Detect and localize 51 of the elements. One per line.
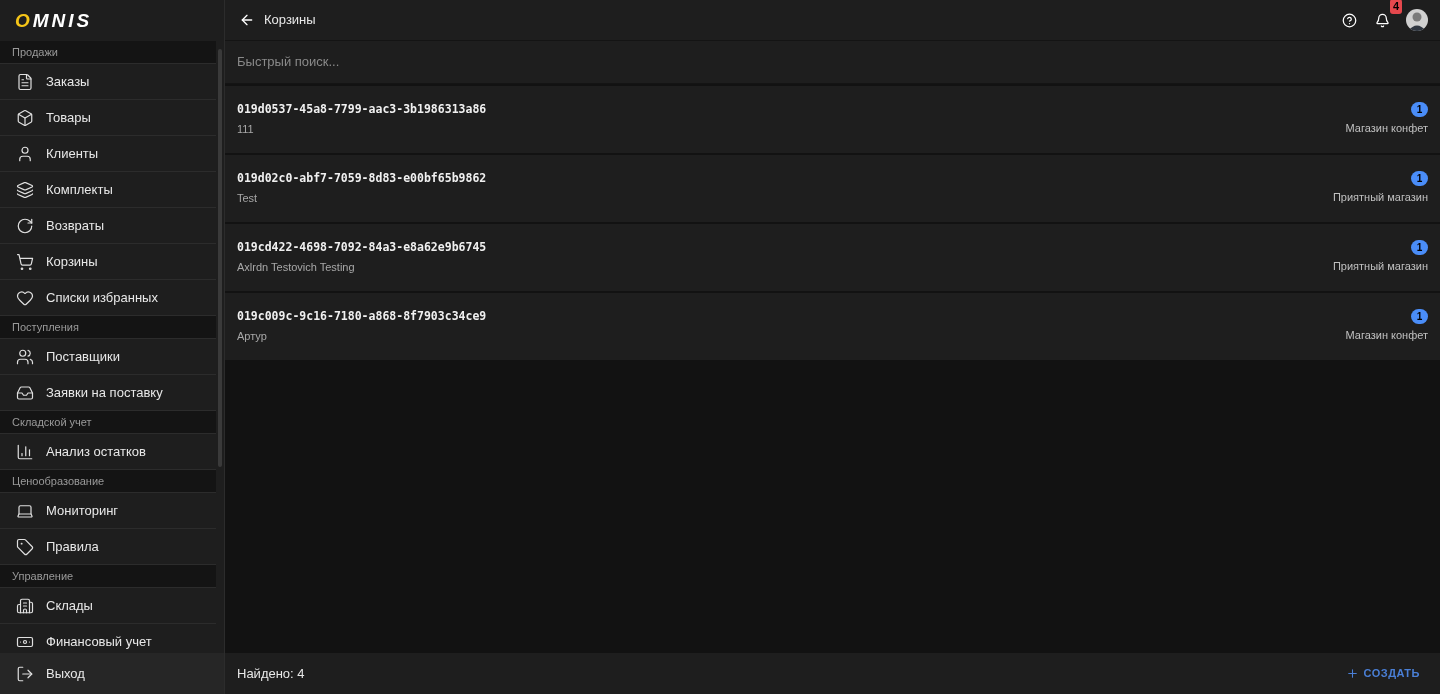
person-icon (16, 144, 34, 163)
cart-id: 019d0537-45a8-7799-aac3-3b1986313a86 (237, 101, 487, 119)
customer-name: Axlrdn Testovich Testing (237, 260, 356, 276)
customer-name: Test (237, 191, 259, 207)
cart-row[interactable]: 019d02c0-abf7-7059-8d83-e00bf65b9862 Test 1 Приятный магазин (225, 155, 1440, 222)
item-count: 1 (1411, 309, 1428, 325)
create-button[interactable]: СОЗДАТЬ (1337, 661, 1428, 686)
cart-id: 019cd422-4698-7092-84a3-e8a62e9b6745 (237, 239, 487, 257)
tag-icon (16, 537, 34, 556)
customer-name: 111 (237, 122, 255, 138)
cart-row[interactable]: 019c009c-9c16-7180-a868-8f7903c34ce9 Артур 1 Магазин конфет (225, 293, 1440, 360)
logo: OMNIS (15, 11, 93, 30)
section-heading: Продажи (12, 44, 58, 60)
section-heading: Складской учет (12, 414, 92, 430)
cart-id: 019c009c-9c16-7180-a868-8f7903c34ce9 (237, 308, 487, 326)
item-count: 1 (1411, 240, 1428, 256)
item-count: 1 (1411, 102, 1428, 118)
notification-count: 4 (1390, 0, 1403, 14)
people-icon (16, 347, 34, 366)
avatar[interactable] (1406, 9, 1428, 31)
cart-row[interactable]: 019cd422-4698-7092-84a3-e8a62e9b6745 Axlrdn Testovich Testing 1 Приятный магазин (225, 224, 1440, 291)
plus-icon (1345, 667, 1359, 680)
section-heading: Ценообразование (12, 473, 105, 489)
bell-icon (1375, 12, 1390, 28)
store-name: Магазин конфет (1345, 328, 1428, 344)
customer-name: Артур (237, 329, 268, 345)
store-name: Магазин конфет (1345, 121, 1428, 137)
bar-chart-icon (16, 442, 34, 461)
help-icon (1341, 12, 1357, 28)
results-count: Найдено: 4 (237, 664, 305, 683)
heart-icon (16, 288, 34, 307)
logout-icon (16, 664, 34, 683)
item-count: 1 (1411, 171, 1428, 187)
cart-id: 019d02c0-abf7-7059-8d83-e00bf65b9862 (237, 170, 487, 188)
cart-row[interactable]: 019d0537-45a8-7799-aac3-3b1986313a86 111 1 Магазин конфет (225, 86, 1440, 153)
tray-icon (16, 383, 34, 402)
section-heading: Управление (12, 568, 74, 584)
logout-item[interactable]: Выход (0, 653, 224, 694)
store-name: Приятный магазин (1332, 190, 1428, 206)
search-field[interactable]: Быстрый поиск... (237, 52, 1428, 72)
layers-icon (16, 180, 34, 199)
document-icon (16, 72, 34, 91)
page-title: Корзины (264, 11, 316, 30)
notifications-button[interactable] (1375, 12, 1390, 28)
section-heading: Поступления (12, 319, 79, 335)
store-name: Приятный магазин (1332, 259, 1428, 275)
refresh-icon (16, 216, 34, 235)
cube-icon (16, 108, 34, 127)
cart-icon (16, 252, 34, 271)
search-bar[interactable]: Быстрый поиск... (225, 41, 1440, 84)
building-icon (16, 596, 34, 615)
